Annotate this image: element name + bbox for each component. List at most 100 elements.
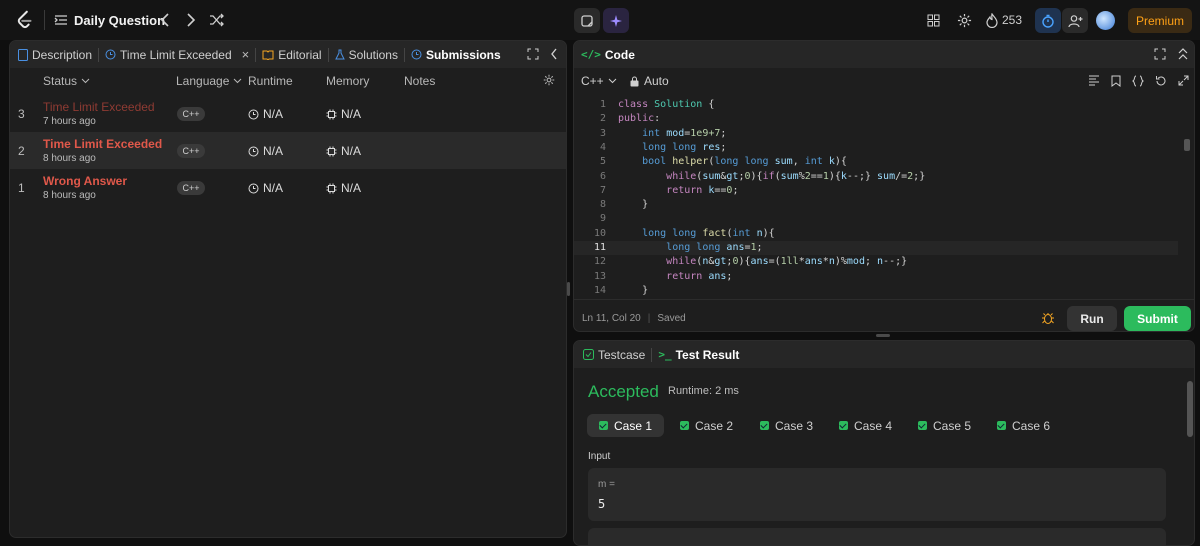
column-language[interactable]: Language xyxy=(176,74,242,88)
code-line[interactable]: 7 return k==0; xyxy=(574,185,1174,199)
auto-mode[interactable]: Auto xyxy=(630,74,669,88)
runtime-text: Runtime: 2 ms xyxy=(668,385,739,397)
random-problem-button[interactable] xyxy=(208,12,226,28)
code-text: long long fact(int n){ xyxy=(642,227,775,239)
column-notes: Notes xyxy=(404,74,436,88)
tab-test-result[interactable]: >_ Test Result xyxy=(652,341,745,368)
case-tab-1[interactable]: Case 1 xyxy=(587,414,665,437)
collapse-button[interactable] xyxy=(550,48,558,63)
streak-counter[interactable]: 253 xyxy=(986,12,1022,28)
leetcode-logo[interactable] xyxy=(14,9,36,31)
language-badge: C++ xyxy=(177,107,205,121)
code-line[interactable]: 3 int mod=1e9+7; xyxy=(574,128,1174,142)
code-line[interactable]: 14 } xyxy=(574,285,1174,297)
tab-code-label: Code xyxy=(604,47,635,62)
stopwatch-icon xyxy=(1042,14,1054,28)
avatar[interactable] xyxy=(1096,11,1115,30)
resize-handle[interactable] xyxy=(876,334,890,337)
table-row[interactable]: 2 Time Limit Exceeded 8 hours ago C++ N/… xyxy=(10,132,566,169)
flask-icon xyxy=(334,49,345,60)
case-tab-2[interactable]: Case 2 xyxy=(668,414,745,437)
tab-tle-label: Time Limit Exceeded xyxy=(120,47,232,62)
column-memory: Memory xyxy=(326,74,370,88)
case-tab-6[interactable]: Case 6 xyxy=(985,414,1062,437)
book-icon xyxy=(262,50,274,60)
submission-status[interactable]: Wrong Answer xyxy=(43,174,127,188)
code-line[interactable]: 9 xyxy=(574,213,1174,227)
chip-icon xyxy=(326,183,337,193)
table-settings-button[interactable] xyxy=(543,74,555,89)
collapse-button[interactable] xyxy=(1178,48,1188,63)
code-line[interactable]: 5 bool helper(long long sum, int k){ xyxy=(574,156,1174,170)
check-icon xyxy=(680,421,689,430)
notes-button[interactable] xyxy=(574,8,600,33)
problem-list-button[interactable]: Daily Question xyxy=(54,10,165,30)
prev-problem-button[interactable] xyxy=(158,12,172,28)
sparkle-icon xyxy=(610,14,622,27)
add-friend-button[interactable] xyxy=(1062,8,1088,33)
line-number: 9 xyxy=(599,213,606,225)
code-line[interactable]: 1 class Solution { xyxy=(574,99,1174,113)
reset-icon[interactable] xyxy=(1155,75,1167,87)
code-text: } xyxy=(618,199,649,211)
case-tab-4[interactable]: Case 4 xyxy=(827,414,904,437)
timer-button[interactable] xyxy=(1035,8,1061,33)
lock-icon xyxy=(630,76,639,86)
layout-button[interactable] xyxy=(926,13,940,27)
maximize-button[interactable] xyxy=(1154,48,1166,63)
code-line[interactable]: 8 } xyxy=(574,199,1174,213)
tab-submissions-label: Submissions xyxy=(425,47,501,62)
code-line[interactable]: 13 return ans; xyxy=(574,271,1174,285)
code-line[interactable]: 12 while(n&gt;0){ans=(1ll*ans*n)%mod; n-… xyxy=(574,256,1174,270)
row-index: 3 xyxy=(18,107,25,121)
editor-scrollbar[interactable] xyxy=(1184,139,1190,151)
clock-icon xyxy=(248,109,259,119)
line-number: 12 xyxy=(593,256,606,268)
tab-submissions[interactable]: Submissions xyxy=(405,41,507,68)
submission-status[interactable]: Time Limit Exceeded xyxy=(43,137,162,151)
premium-button[interactable]: Premium xyxy=(1128,8,1192,33)
code-editor[interactable]: 1 class Solution {2 public: 3 int mod=1e9+7… xyxy=(574,97,1194,297)
memory-value: N/A xyxy=(326,107,361,121)
code-line[interactable]: 11 long long ans=1; xyxy=(574,242,1174,256)
tab-editorial[interactable]: Editorial xyxy=(256,41,327,68)
submission-status[interactable]: Time Limit Exceeded xyxy=(43,100,155,114)
terminal-icon: >_ xyxy=(658,348,672,361)
code-line[interactable]: 6 while(sum&gt;0){if(sum%2==1){k--;} sum… xyxy=(574,171,1174,185)
run-button[interactable]: Run xyxy=(1067,306,1117,331)
table-row[interactable]: 3 Time Limit Exceeded 7 hours ago C++ N/… xyxy=(10,95,566,132)
line-number: 4 xyxy=(599,141,606,153)
line-number: 1 xyxy=(599,99,606,110)
settings-button[interactable] xyxy=(956,12,972,28)
code-line[interactable]: 4 long long res; xyxy=(574,142,1174,156)
tab-code[interactable]: </> Code xyxy=(574,41,641,68)
next-problem-button[interactable] xyxy=(184,12,198,28)
format-icon[interactable] xyxy=(1088,75,1100,86)
ai-assist-button[interactable] xyxy=(603,8,629,33)
tab-tle-result[interactable]: Time Limit Exceeded × xyxy=(99,41,255,68)
tab-description[interactable]: Description xyxy=(10,41,98,68)
code-line[interactable]: 10 long long fact(int n){ xyxy=(574,228,1174,242)
line-number: 7 xyxy=(599,184,606,196)
result-scrollbar[interactable] xyxy=(1187,381,1193,437)
bookmark-icon[interactable] xyxy=(1111,75,1121,87)
code-line[interactable]: 2 public: xyxy=(574,113,1174,127)
maximize-button[interactable] xyxy=(527,48,539,63)
debug-button[interactable] xyxy=(1041,311,1055,328)
case-tab-3[interactable]: Case 3 xyxy=(748,414,825,437)
row-index: 1 xyxy=(18,181,25,195)
resize-handle[interactable] xyxy=(567,282,570,296)
table-row[interactable]: 1 Wrong Answer 8 hours ago C++ N/A N/A xyxy=(10,169,566,206)
braces-icon[interactable] xyxy=(1132,75,1144,87)
language-select[interactable]: C++ xyxy=(581,74,617,88)
close-icon[interactable]: × xyxy=(242,47,250,62)
tab-solutions[interactable]: Solutions xyxy=(329,41,404,68)
tab-editorial-label: Editorial xyxy=(278,47,322,62)
submit-button[interactable]: Submit xyxy=(1124,306,1191,331)
chevron-left-icon xyxy=(160,13,169,27)
column-status[interactable]: Status xyxy=(43,74,90,88)
case-tab-5[interactable]: Case 5 xyxy=(906,414,983,437)
daily-question-title: Daily Question xyxy=(74,12,166,28)
tab-testcase[interactable]: Testcase xyxy=(574,341,651,368)
expand-icon[interactable] xyxy=(1178,75,1189,86)
